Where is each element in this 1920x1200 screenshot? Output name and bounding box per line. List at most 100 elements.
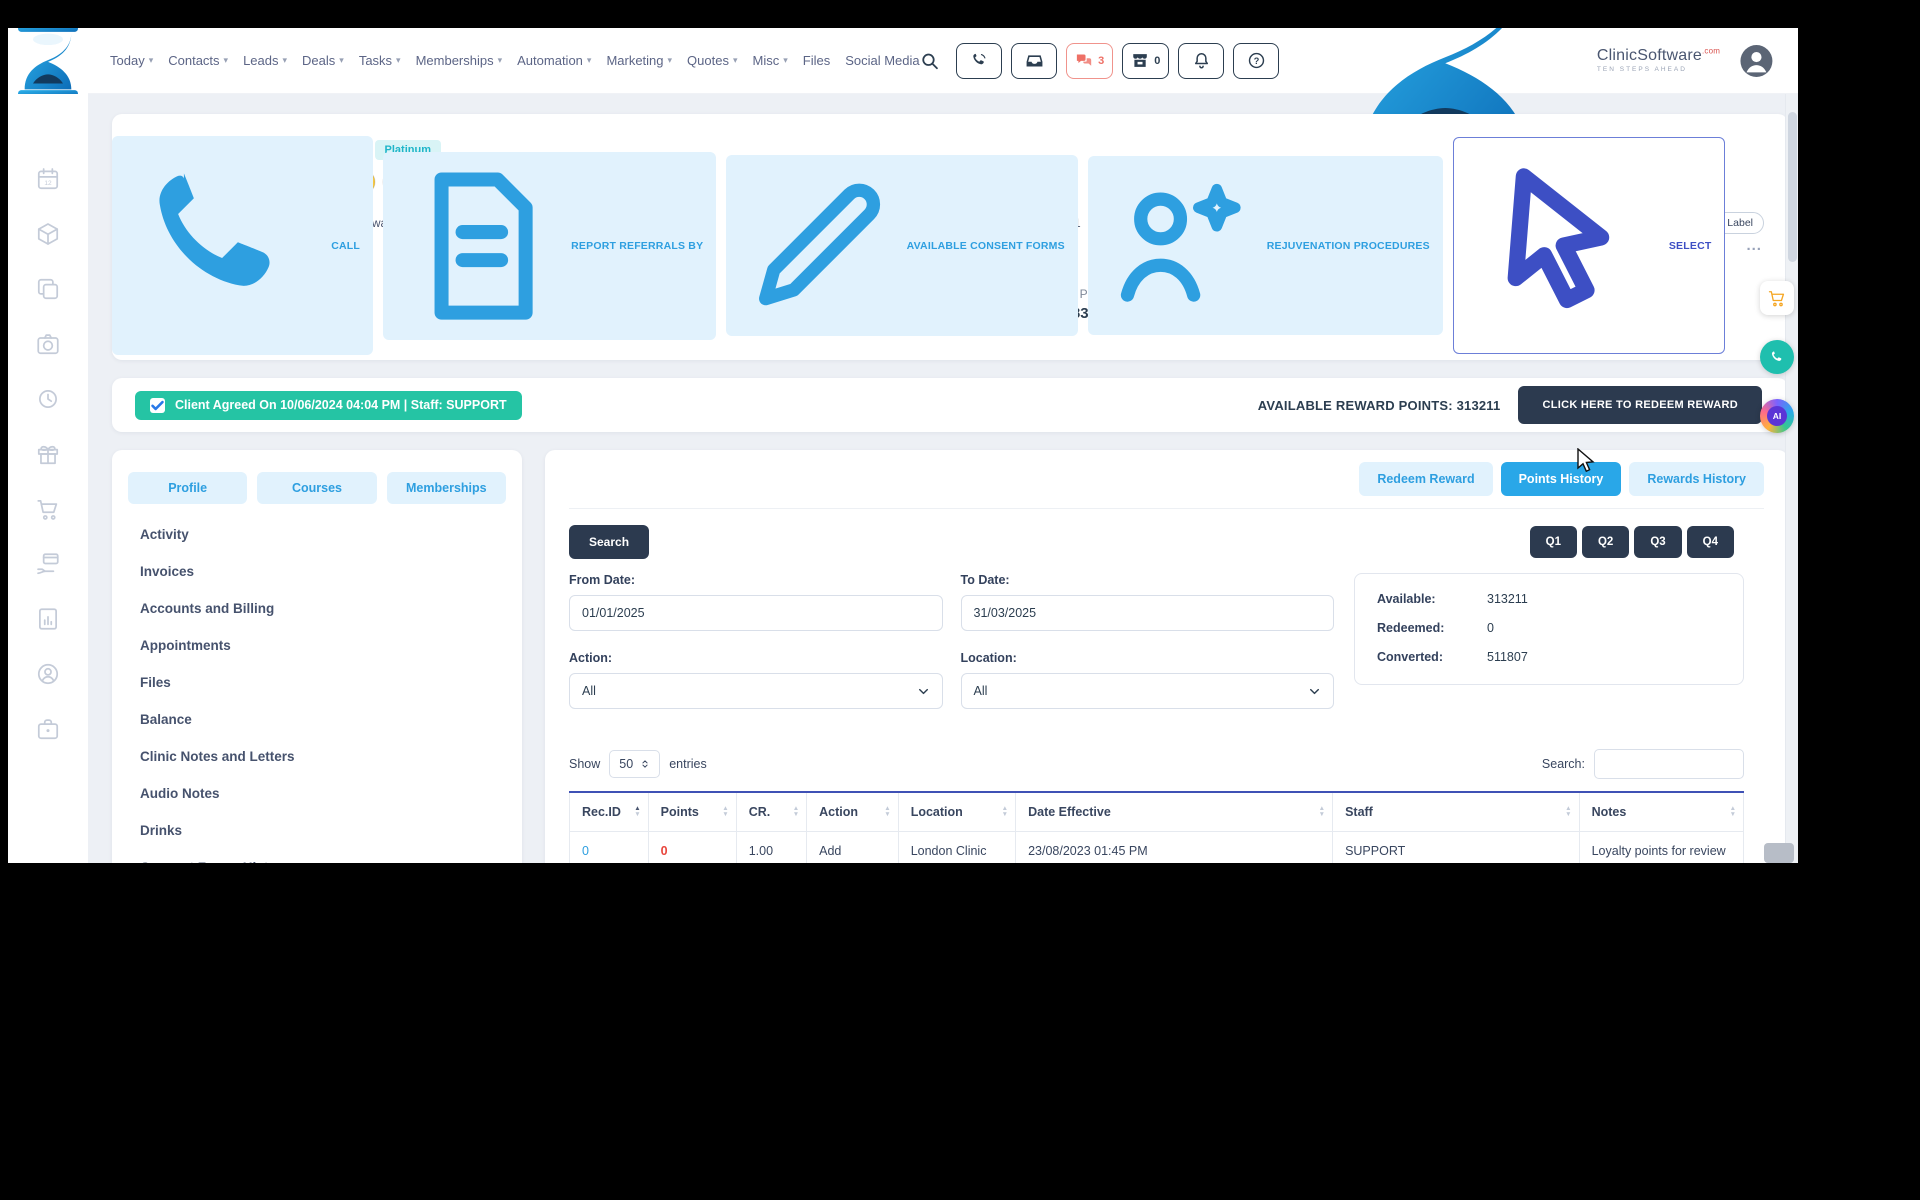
inbox-button[interactable] xyxy=(1011,43,1057,79)
client-agreed-chip[interactable]: Client Agreed On 10/06/2024 04:04 PM | S… xyxy=(135,391,522,420)
nav-item[interactable]: Files xyxy=(803,53,830,68)
profile-tab[interactable]: Memberships xyxy=(387,472,506,504)
table-search-input[interactable] xyxy=(1594,749,1744,779)
client-action-button[interactable]: ... xyxy=(1735,233,1766,258)
redeem-reward-button[interactable]: CLICK HERE TO REDEEM REWARD xyxy=(1518,386,1762,424)
checkbox-checked-icon[interactable] xyxy=(150,398,165,413)
chat-button[interactable]: 3 xyxy=(1066,43,1113,79)
floating-cart-button[interactable] xyxy=(1760,281,1794,315)
nav-item[interactable]: Social Media xyxy=(845,53,919,68)
store-button[interactable]: 0 xyxy=(1122,43,1169,79)
column-header[interactable]: Rec.ID ▲▼ xyxy=(570,792,649,832)
package-icon[interactable] xyxy=(35,221,61,247)
to-date-input[interactable]: 31/03/2025 xyxy=(961,595,1335,631)
phone-button[interactable] xyxy=(956,43,1002,79)
nav-item[interactable]: Quotes ▾ xyxy=(687,53,737,68)
profile-tab[interactable]: Courses xyxy=(257,472,376,504)
action-select[interactable]: All xyxy=(569,673,943,709)
payment-icon[interactable] xyxy=(35,551,61,577)
layers-icon[interactable] xyxy=(35,276,61,302)
floating-panel-handle[interactable] xyxy=(1764,843,1794,863)
profile-tab[interactable]: Profile xyxy=(128,472,247,504)
account-icon[interactable] xyxy=(35,661,61,687)
gift-icon[interactable] xyxy=(35,441,61,467)
search-icon[interactable] xyxy=(920,51,939,71)
search-button[interactable]: Search xyxy=(569,525,649,559)
action-label: AVAILABLE CONSENT FORMS xyxy=(907,240,1065,252)
nav-item[interactable]: Misc ▾ xyxy=(753,53,788,68)
column-header[interactable]: Action ▲▼ xyxy=(807,792,899,832)
column-header[interactable]: CR. ▲▼ xyxy=(736,792,806,832)
client-card: Abigail Jones Platinum xyxy=(112,114,1788,360)
side-menu-item[interactable]: Clinic Notes and Letters xyxy=(140,738,494,775)
nav-item[interactable]: Marketing ▾ xyxy=(606,53,672,68)
column-header[interactable]: Notes ▲▼ xyxy=(1579,792,1743,832)
client-action-button[interactable]: SELECT xyxy=(1453,137,1726,354)
help-icon: ? xyxy=(1247,51,1266,70)
nav-item[interactable]: Contacts ▾ xyxy=(168,53,228,68)
client-action-button[interactable]: AVAILABLE CONSENT FORMS xyxy=(726,155,1078,335)
side-menu-item[interactable]: Accounts and Billing xyxy=(140,590,494,627)
history-icon[interactable] xyxy=(35,386,61,412)
rejuvenation-icon xyxy=(1101,166,1260,325)
nav-item[interactable]: Tasks ▾ xyxy=(359,53,401,68)
report-icon[interactable] xyxy=(35,606,61,632)
floating-phone-button[interactable] xyxy=(1760,340,1794,374)
table-cell: London Clinic xyxy=(898,832,1015,864)
user-avatar[interactable] xyxy=(1739,43,1774,79)
quarter-button[interactable]: Q2 xyxy=(1582,526,1629,558)
reward-tab[interactable]: Points History xyxy=(1501,462,1622,496)
calendar-icon[interactable]: 12 xyxy=(35,166,61,192)
doc-icon xyxy=(396,162,564,330)
quarter-button[interactable]: Q1 xyxy=(1530,526,1577,558)
column-header[interactable]: Points ▲▼ xyxy=(648,792,736,832)
column-header[interactable]: Date Effective ▲▼ xyxy=(1016,792,1333,832)
summary-value: 313211 xyxy=(1487,592,1528,606)
app-logo[interactable] xyxy=(8,28,88,94)
cart-icon[interactable] xyxy=(35,496,61,522)
table-cell: SUPPORT xyxy=(1333,832,1580,864)
chevron-down-icon: ▾ xyxy=(224,55,229,66)
side-menu-item[interactable]: Appointments xyxy=(140,627,494,664)
from-date-input[interactable]: 01/01/2025 xyxy=(569,595,943,631)
brand-tagline: TEN STEPS AHEAD xyxy=(1597,67,1720,74)
help-button[interactable]: ? xyxy=(1233,43,1279,79)
summary-row: Available: 313211 xyxy=(1377,592,1721,606)
notifications-button[interactable] xyxy=(1178,43,1224,79)
consent-icon xyxy=(739,165,899,325)
client-action-button[interactable]: CALL xyxy=(112,136,373,355)
side-menu-item[interactable]: Drinks xyxy=(140,812,494,849)
column-header[interactable]: Location ▲▼ xyxy=(898,792,1015,832)
side-menu-item[interactable]: Balance xyxy=(140,701,494,738)
side-menu-item[interactable]: Files xyxy=(140,664,494,701)
floating-ai-button[interactable]: AI xyxy=(1760,399,1794,433)
nav-item[interactable]: Automation ▾ xyxy=(517,53,591,68)
to-date-label: To Date: xyxy=(961,573,1335,587)
nav-item[interactable]: Deals ▾ xyxy=(302,53,344,68)
case-icon[interactable] xyxy=(35,716,61,742)
side-menu-item[interactable]: Audio Notes xyxy=(140,775,494,812)
column-header[interactable]: Staff ▲▼ xyxy=(1333,792,1580,832)
scrollbar-thumb[interactable] xyxy=(1788,112,1797,262)
store-icon xyxy=(1131,51,1149,70)
table-row[interactable]: 001.00AddLondon Clinic23/08/2023 01:45 P… xyxy=(570,832,1744,864)
points-history-table: Rec.ID ▲▼ Points ▲▼ xyxy=(569,791,1744,863)
camera-icon[interactable] xyxy=(35,331,61,357)
quarter-button[interactable]: Q3 xyxy=(1634,526,1681,558)
reward-tab[interactable]: Redeem Reward xyxy=(1359,462,1492,496)
nav-item-label: Memberships xyxy=(416,53,494,68)
nav-item[interactable]: Leads ▾ xyxy=(243,53,287,68)
nav-item[interactable]: Memberships ▾ xyxy=(416,53,503,68)
client-side-menu: Activity Invoices Accounts and Billing A… xyxy=(112,516,522,863)
side-menu-item[interactable]: Invoices xyxy=(140,553,494,590)
side-menu-item[interactable]: Activity xyxy=(140,516,494,553)
nav-item[interactable]: Today ▾ xyxy=(110,53,153,68)
reward-tab[interactable]: Rewards History xyxy=(1629,462,1764,496)
side-menu-item[interactable]: Consent Forms History xyxy=(140,849,494,863)
client-action-button[interactable]: REJUVENATION PROCEDURES xyxy=(1088,156,1443,335)
location-select[interactable]: All xyxy=(961,673,1335,709)
page-size-select[interactable]: 50 xyxy=(609,750,660,778)
quarter-button[interactable]: Q4 xyxy=(1687,526,1734,558)
client-action-button[interactable]: REPORT REFERRALS BY xyxy=(383,152,716,340)
chevron-down-icon: ▾ xyxy=(149,55,154,66)
